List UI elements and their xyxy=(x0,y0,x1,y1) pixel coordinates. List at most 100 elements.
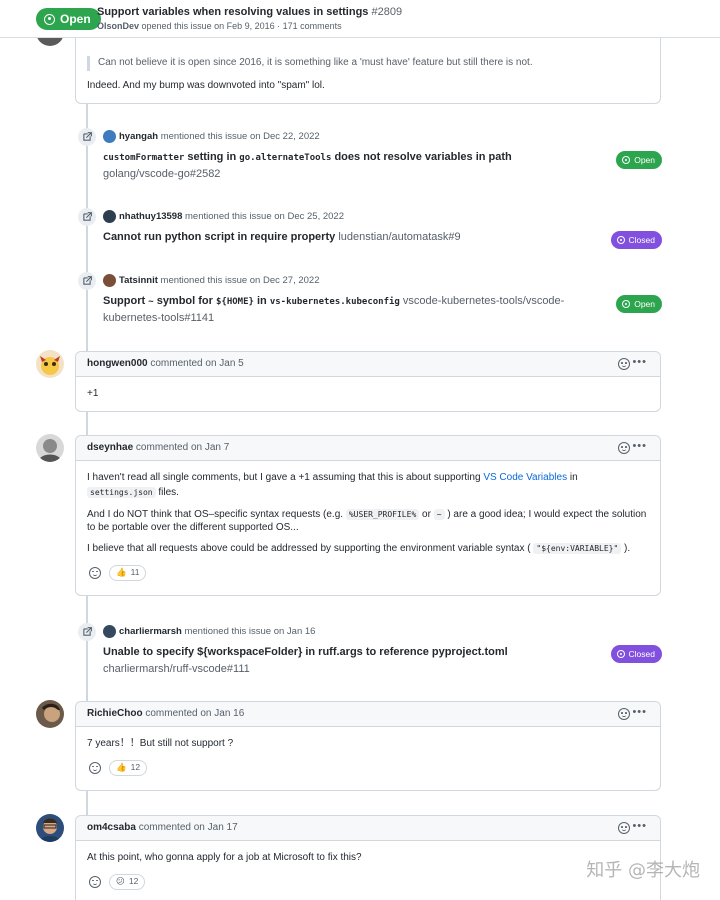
avatar[interactable] xyxy=(103,130,116,143)
issue-closed-icon xyxy=(616,236,625,244)
comment-text: Indeed. And my bump was downvoted into "… xyxy=(87,79,325,91)
comment-paragraph: And I do NOT think that OS–specific synt… xyxy=(87,509,647,533)
reaction-confused[interactable]: 😕 12 xyxy=(109,873,146,890)
event-meta: nhathuy13598 mentioned this issue on Dec… xyxy=(103,210,344,223)
add-reaction-icon[interactable] xyxy=(618,358,630,370)
comment-header: dseynhae commented on Jan 7 ••• xyxy=(76,436,660,461)
smiley-icon xyxy=(89,761,101,774)
comment-paragraph: I believe that all requests above could … xyxy=(87,543,631,554)
cross-reference-icon xyxy=(78,272,96,290)
cross-reference-event: nhathuy13598 mentioned this issue on Dec… xyxy=(78,208,662,249)
repo-reference: ludenstian/automatask#9 xyxy=(338,231,461,243)
issue-title[interactable]: Support variables when resolving values … xyxy=(97,6,402,18)
thumbs-up-icon: 👍 xyxy=(116,567,127,578)
inline-code: settings.json xyxy=(87,486,156,498)
more-options-icon[interactable]: ••• xyxy=(632,706,647,718)
more-options-icon[interactable]: ••• xyxy=(632,356,647,368)
issue-state-badge: Open xyxy=(36,8,101,30)
comment-author-line: dseynhae commented on Jan 7 xyxy=(87,442,230,453)
comment-box: RichieChoo commented on Jan 16 ••• 7 yea… xyxy=(75,701,661,791)
comment-box: om4csaba commented on Jan 17 ••• At this… xyxy=(75,815,661,900)
repo-reference: charliermarsh/ruff-vscode#111 xyxy=(103,663,250,676)
smiley-icon xyxy=(89,875,101,888)
add-reaction-button[interactable] xyxy=(87,565,103,581)
referenced-issue-title[interactable]: Cannot run python script in require prop… xyxy=(103,229,583,246)
reactions-bar: 👍 12 xyxy=(87,759,649,776)
reaction-thumbs-up[interactable]: 👍 12 xyxy=(109,759,148,776)
comment-box: Can not believe it is open since 2016, i… xyxy=(75,32,661,104)
issue-author-link[interactable]: OlsonDev xyxy=(97,21,139,31)
inline-code: %USER_PROFILE% xyxy=(345,509,420,520)
issue-closed-icon xyxy=(616,650,625,658)
add-reaction-button[interactable] xyxy=(87,760,103,776)
inline-code: "${env:VARIABLE}" xyxy=(533,543,622,554)
avatar[interactable] xyxy=(103,625,116,638)
comment-text: At this point, who gonna apply for a job… xyxy=(87,852,362,863)
cross-reference-event: charliermarsh mentioned this issue on Ja… xyxy=(78,623,662,683)
thumbs-up-icon: 👍 xyxy=(116,762,127,773)
avatar[interactable] xyxy=(103,274,116,287)
comment-header: RichieChoo commented on Jan 16 ••• xyxy=(76,702,660,727)
watermark: 知乎 @李大炮 xyxy=(586,860,700,881)
avatar[interactable] xyxy=(36,700,64,728)
user-link[interactable]: nhathuy13598 xyxy=(119,211,182,222)
cross-reference-event: Tatsinnit mentioned this issue on Dec 27… xyxy=(78,272,662,332)
sticky-issue-header: Open Support variables when resolving va… xyxy=(0,0,720,38)
comment-text: 7 years！！But still not support ? xyxy=(87,738,234,749)
blockquote: Can not believe it is open since 2016, i… xyxy=(87,56,649,71)
comment-author-line: om4csaba commented on Jan 17 xyxy=(87,822,238,833)
status-badge: Open xyxy=(616,295,662,313)
issue-number: #2809 xyxy=(371,6,403,18)
cross-reference-icon xyxy=(78,208,96,226)
add-reaction-icon[interactable] xyxy=(618,442,630,454)
repo-reference: golang/vscode-go#2582 xyxy=(103,168,221,181)
user-link[interactable]: om4csaba xyxy=(87,822,136,833)
issue-opened-icon xyxy=(622,300,631,308)
status-badge: Open xyxy=(616,151,662,169)
comment-author-line: hongwen000 commented on Jan 5 xyxy=(87,358,244,369)
reaction-thumbs-up[interactable]: 👍 11 xyxy=(109,564,147,581)
confused-face-icon: 😕 xyxy=(116,876,125,887)
smiley-icon xyxy=(89,566,101,579)
user-link[interactable]: charliermarsh xyxy=(119,626,182,637)
status-badge: Closed xyxy=(610,645,662,663)
user-link[interactable]: hongwen000 xyxy=(87,358,148,369)
user-link[interactable]: dseynhae xyxy=(87,442,133,453)
issue-opened-icon xyxy=(44,13,55,25)
event-meta: Tatsinnit mentioned this issue on Dec 27… xyxy=(103,274,320,287)
comment-paragraph: I haven't read all single comments, but … xyxy=(87,472,578,498)
avatar[interactable] xyxy=(36,814,64,842)
referenced-issue-title[interactable]: Unable to specify ${workspaceFolder} in … xyxy=(103,644,583,678)
more-options-icon[interactable]: ••• xyxy=(632,820,647,832)
avatar[interactable] xyxy=(103,210,116,223)
vs-code-variables-link[interactable]: VS Code Variables xyxy=(483,472,567,483)
reactions-bar: 👍 11 xyxy=(87,564,649,581)
comment-header: om4csaba commented on Jan 17 ••• xyxy=(76,816,660,841)
add-reaction-button[interactable] xyxy=(87,874,103,890)
avatar[interactable] xyxy=(36,434,64,462)
comment-box: dseynhae commented on Jan 7 ••• I haven'… xyxy=(75,435,661,596)
status-badge: Closed xyxy=(610,231,662,249)
user-link[interactable]: hyangah xyxy=(119,131,158,142)
user-link[interactable]: RichieChoo xyxy=(87,708,143,719)
comment-box: hongwen000 commented on Jan 5 ••• +1 xyxy=(75,351,661,412)
cross-reference-icon xyxy=(78,128,96,146)
comment-author-line: RichieChoo commented on Jan 16 xyxy=(87,708,245,719)
event-meta: charliermarsh mentioned this issue on Ja… xyxy=(103,625,315,638)
issue-opened-icon xyxy=(622,156,631,164)
comment-header: hongwen000 commented on Jan 5 ••• xyxy=(76,352,660,377)
inline-code: ~ xyxy=(433,509,445,520)
referenced-issue-title[interactable]: customFormatter setting in go.alternateT… xyxy=(103,149,583,183)
cross-reference-event: hyangah mentioned this issue on Dec 22, … xyxy=(78,128,662,188)
referenced-issue-title[interactable]: Support ~ symbol for ${HOME} in vs-kuber… xyxy=(103,293,583,327)
event-meta: hyangah mentioned this issue on Dec 22, … xyxy=(103,130,320,143)
add-reaction-icon[interactable] xyxy=(618,708,630,720)
cross-reference-icon xyxy=(78,623,96,641)
reactions-bar: 😕 12 xyxy=(87,873,649,890)
avatar[interactable] xyxy=(36,350,64,378)
add-reaction-icon[interactable] xyxy=(618,822,630,834)
issue-state-label: Open xyxy=(60,12,91,26)
more-options-icon[interactable]: ••• xyxy=(632,440,647,452)
comment-text: +1 xyxy=(87,388,99,399)
user-link[interactable]: Tatsinnit xyxy=(119,275,158,286)
